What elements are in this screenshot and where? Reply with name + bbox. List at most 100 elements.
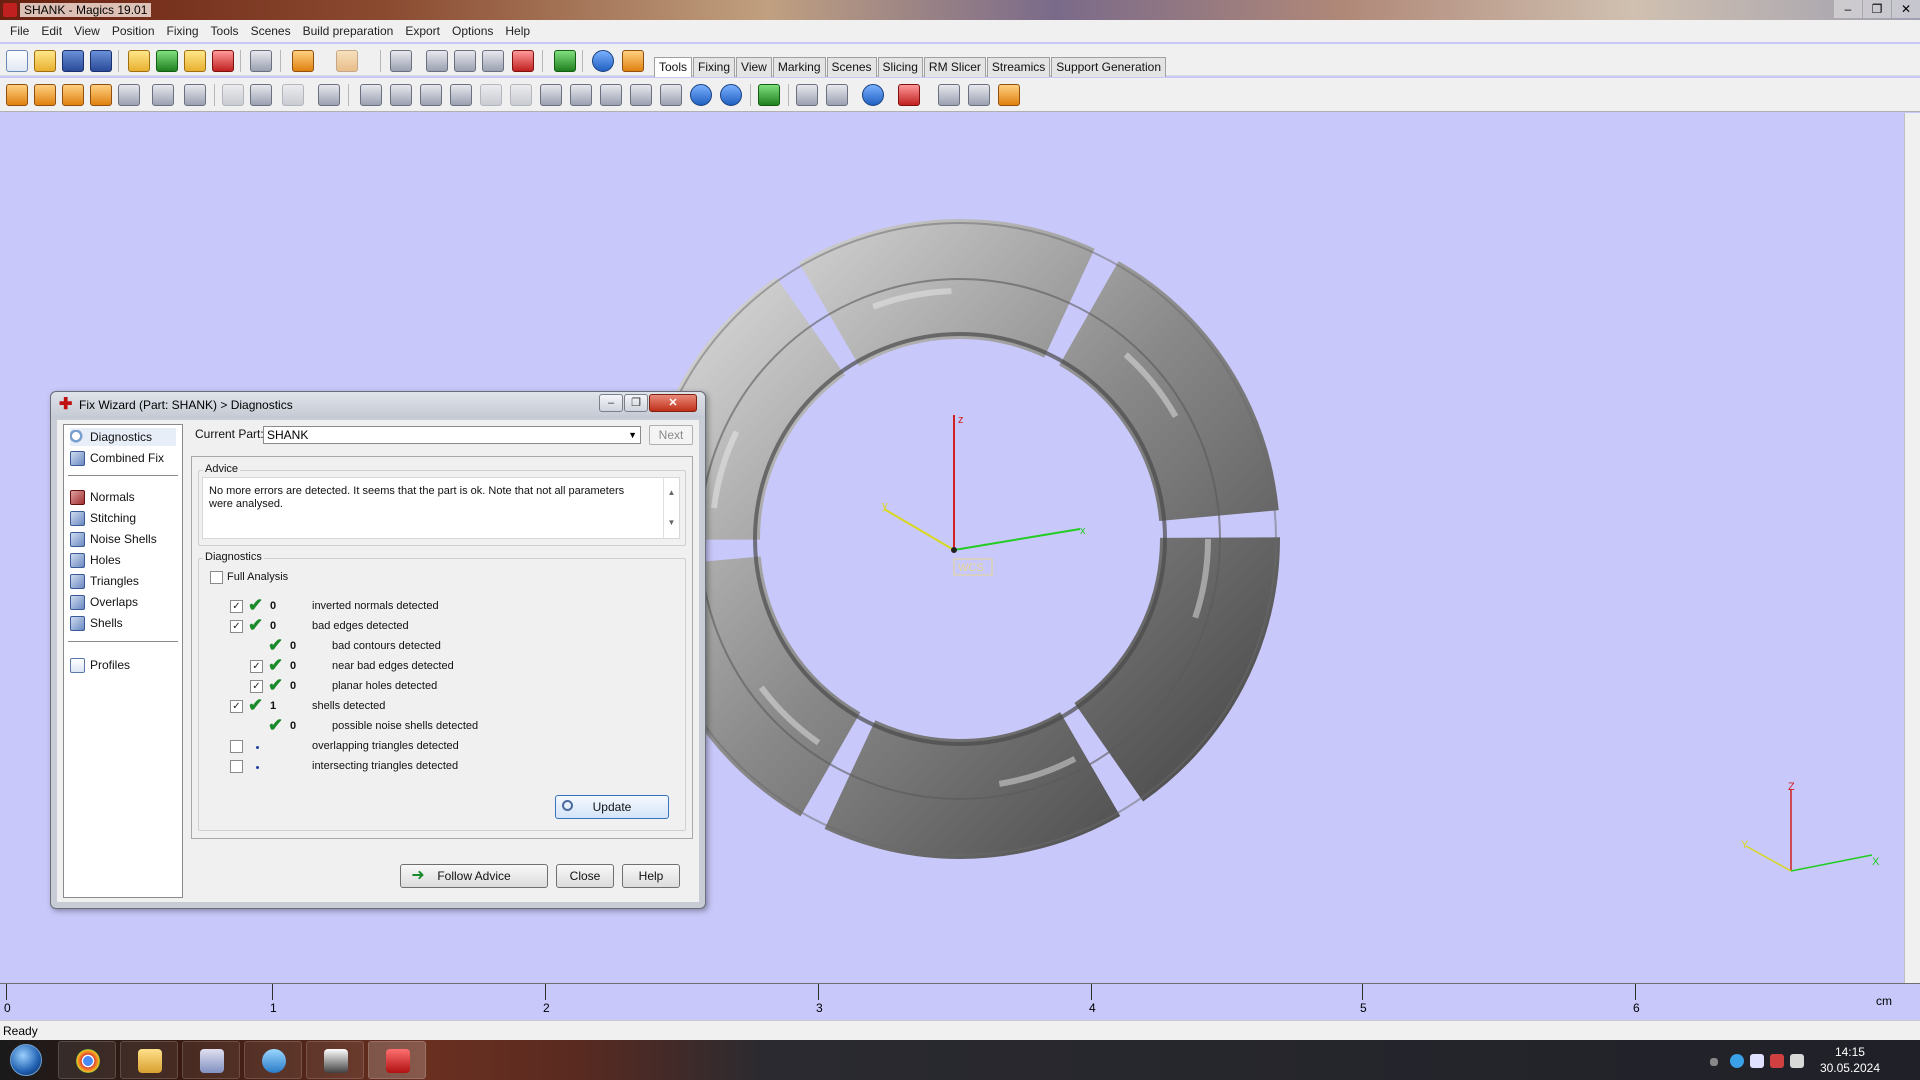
- zoom-fit-icon[interactable]: [512, 50, 534, 72]
- current-part-select[interactable]: SHANK ▼: [263, 426, 641, 444]
- tab-view[interactable]: View: [736, 57, 772, 77]
- menu-view[interactable]: View: [68, 24, 106, 38]
- menu-position[interactable]: Position: [106, 24, 161, 38]
- shell-icon[interactable]: [570, 84, 592, 106]
- wrap-icon[interactable]: [660, 84, 682, 106]
- update-button[interactable]: Update: [555, 795, 669, 819]
- tab-streamics[interactable]: Streamics: [986, 57, 1051, 77]
- save-part-icon[interactable]: [156, 50, 178, 72]
- tab-slicing[interactable]: Slicing: [877, 57, 923, 77]
- new-file-icon[interactable]: [6, 50, 28, 72]
- menu-options[interactable]: Options: [446, 24, 499, 38]
- tab-marking[interactable]: Marking: [772, 57, 826, 77]
- near-bad-edges-checkbox[interactable]: ✓: [250, 660, 263, 673]
- next-button[interactable]: Next: [649, 425, 693, 445]
- flag-icon[interactable]: [1770, 1054, 1784, 1068]
- follow-advice-button[interactable]: ➜ Follow Advice: [400, 864, 548, 888]
- rotate-interactive-icon[interactable]: [90, 84, 112, 106]
- viewport-scrollbar[interactable]: [1904, 113, 1920, 983]
- clock[interactable]: 14:15 30.05.2024: [1820, 1044, 1880, 1076]
- bad-edges-checkbox[interactable]: ✓: [230, 620, 243, 633]
- taskbar-explorer[interactable]: [120, 1041, 178, 1079]
- rotate-view-icon[interactable]: [426, 50, 448, 72]
- frame-icon[interactable]: [720, 84, 742, 106]
- smooth-icon[interactable]: [510, 84, 532, 106]
- split-icon[interactable]: [282, 84, 304, 106]
- nav-shells[interactable]: Shells: [70, 614, 123, 632]
- print-icon[interactable]: [250, 50, 272, 72]
- taskbar-tool[interactable]: [306, 1041, 364, 1079]
- extrude-icon[interactable]: [540, 84, 562, 106]
- import-part-icon[interactable]: [128, 50, 150, 72]
- volume-icon[interactable]: [1790, 1054, 1804, 1068]
- arrange-icon[interactable]: [758, 84, 780, 106]
- menu-file[interactable]: File: [4, 24, 35, 38]
- scale-icon[interactable]: [152, 84, 174, 106]
- nav-profiles[interactable]: Profiles: [70, 656, 130, 674]
- unload-part-icon[interactable]: [212, 50, 234, 72]
- box-icon[interactable]: [690, 84, 712, 106]
- tab-fixing[interactable]: Fixing: [693, 57, 736, 77]
- taskbar-paint[interactable]: [182, 1041, 240, 1079]
- nav-noise-shells[interactable]: Noise Shells: [70, 530, 157, 548]
- intersecting-triangles-checkbox[interactable]: [230, 760, 243, 773]
- align-icon[interactable]: [222, 84, 244, 106]
- analyze-icon[interactable]: [826, 84, 848, 106]
- tab-scenes[interactable]: Scenes: [826, 57, 877, 77]
- offset-icon[interactable]: [420, 84, 442, 106]
- nav-diagnostics[interactable]: Diagnostics: [70, 428, 176, 446]
- tab-tools[interactable]: Tools: [654, 57, 693, 77]
- texture-icon[interactable]: [862, 84, 884, 106]
- hollow-icon[interactable]: [390, 84, 412, 106]
- nav-combined-fix[interactable]: Combined Fix: [70, 449, 164, 467]
- menu-edit[interactable]: Edit: [35, 24, 68, 38]
- move-icon[interactable]: [34, 84, 56, 106]
- help-button[interactable]: Help: [622, 864, 680, 888]
- nav-holes[interactable]: Holes: [70, 551, 121, 569]
- pan-icon[interactable]: [454, 50, 476, 72]
- dialog-titlebar[interactable]: ✚ Fix Wizard (Part: SHANK) > Diagnostics…: [51, 392, 705, 418]
- undo-icon[interactable]: [292, 50, 314, 72]
- tray-expand-icon[interactable]: [1710, 1058, 1718, 1066]
- rotate-icon[interactable]: [62, 84, 84, 106]
- package-icon[interactable]: [998, 84, 1020, 106]
- menu-tools[interactable]: Tools: [205, 24, 245, 38]
- mirror-icon[interactable]: [118, 84, 140, 106]
- zoom-icon[interactable]: [482, 50, 504, 72]
- save-as-icon[interactable]: [90, 50, 112, 72]
- start-button[interactable]: [4, 1042, 48, 1078]
- label-icon[interactable]: [630, 84, 652, 106]
- tab-rm-slicer[interactable]: RM Slicer: [923, 57, 986, 77]
- duplicate-icon[interactable]: [184, 84, 206, 106]
- planar-holes-checkbox[interactable]: ✓: [250, 680, 263, 693]
- settings-icon[interactable]: [938, 84, 960, 106]
- nav-triangles[interactable]: Triangles: [70, 572, 139, 590]
- checklist-icon[interactable]: [554, 50, 576, 72]
- perforate-icon[interactable]: [600, 84, 622, 106]
- maximize-button[interactable]: ❐: [1863, 0, 1891, 18]
- nav-overlaps[interactable]: Overlaps: [70, 593, 138, 611]
- menu-help[interactable]: Help: [499, 24, 536, 38]
- slices-icon[interactable]: [968, 84, 990, 106]
- nav-normals[interactable]: Normals: [70, 488, 135, 506]
- menu-build-preparation[interactable]: Build preparation: [297, 24, 400, 38]
- hand-tool-icon[interactable]: [318, 84, 340, 106]
- dialog-minimize-button[interactable]: –: [599, 394, 623, 412]
- language-icon[interactable]: [1750, 1054, 1764, 1068]
- inverted-normals-checkbox[interactable]: ✓: [230, 600, 243, 613]
- advice-scrollbar[interactable]: ▲ ▼: [663, 478, 679, 538]
- overlapping-triangles-checkbox[interactable]: [230, 740, 243, 753]
- shells-checkbox[interactable]: ✓: [230, 700, 243, 713]
- boolean-icon[interactable]: [360, 84, 382, 106]
- punch-icon[interactable]: [480, 84, 502, 106]
- help-icon[interactable]: [592, 50, 614, 72]
- dialog-maximize-button[interactable]: ❐: [624, 394, 648, 412]
- taskbar-magics[interactable]: [368, 1041, 426, 1079]
- menu-fixing[interactable]: Fixing: [161, 24, 205, 38]
- save-icon[interactable]: [62, 50, 84, 72]
- redo-icon[interactable]: [336, 50, 358, 72]
- nav-stitching[interactable]: Stitching: [70, 509, 136, 527]
- translate-icon[interactable]: [6, 84, 28, 106]
- merge-icon[interactable]: [250, 84, 272, 106]
- taskbar-v8[interactable]: [244, 1041, 302, 1079]
